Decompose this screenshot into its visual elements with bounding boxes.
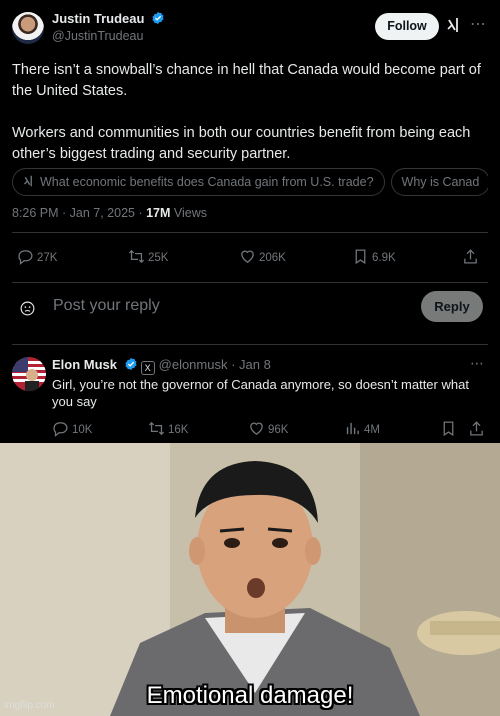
reply-submit-button[interactable]: Reply bbox=[421, 291, 483, 322]
reply-count: 27K bbox=[37, 252, 58, 264]
tweet-paragraph-1: There isn’t a snowball’s chance in hell … bbox=[12, 62, 481, 99]
repost-icon bbox=[148, 421, 165, 436]
grok-icon bbox=[24, 175, 32, 187]
watermark: imgflip.com bbox=[4, 700, 55, 711]
meme-caption: Emotional damage! bbox=[146, 682, 354, 709]
repost-button[interactable]: 25K bbox=[128, 248, 168, 267]
reply-icon bbox=[18, 250, 33, 265]
views-button[interactable]: 4M bbox=[344, 420, 380, 439]
grok-chip-label: Why is Canad bbox=[401, 175, 480, 189]
views-count: 17M bbox=[146, 206, 171, 220]
share-button[interactable] bbox=[462, 248, 482, 267]
author-name-text[interactable]: Justin Trudeau bbox=[52, 11, 144, 26]
share-button[interactable] bbox=[468, 420, 488, 439]
views-count: 4M bbox=[364, 424, 380, 436]
more-icon[interactable]: ⋯ bbox=[470, 355, 484, 372]
author-name[interactable]: Justin Trudeau bbox=[52, 11, 165, 26]
grok-chip[interactable]: What economic benefits does Canada gain … bbox=[12, 168, 385, 196]
views-label: Views bbox=[170, 206, 208, 220]
repost-button[interactable]: 16K bbox=[148, 420, 188, 439]
like-icon bbox=[241, 250, 254, 263]
action-bar: 27K 25K 206K 6.9K bbox=[12, 248, 488, 270]
verified-badge-icon bbox=[125, 357, 137, 371]
follow-button[interactable]: Follow bbox=[375, 13, 439, 40]
like-count: 96K bbox=[268, 424, 289, 436]
reply-count: 10K bbox=[72, 424, 93, 436]
divider bbox=[12, 282, 488, 283]
repost-count: 16K bbox=[168, 424, 189, 436]
reply-input[interactable]: Post your reply bbox=[53, 297, 160, 315]
bookmark-count: 6.9K bbox=[372, 252, 396, 264]
like-button[interactable]: 206K bbox=[239, 248, 286, 267]
avatar-image bbox=[12, 357, 46, 391]
tweet-meta: 8:26 PM · Jan 7, 2025 · 17M Views bbox=[12, 206, 207, 220]
timestamp[interactable]: 8:26 PM · Jan 7, 2025 · bbox=[12, 206, 146, 220]
reply-header: Elon Musk X @elonmusk · Jan 8 bbox=[52, 357, 271, 375]
repost-icon bbox=[128, 249, 145, 264]
bookmark-icon bbox=[355, 249, 366, 265]
avatar[interactable] bbox=[12, 357, 46, 391]
tweet-thread: Justin Trudeau @JustinTrudeau Follow ⋯ T… bbox=[0, 0, 500, 443]
repost-count: 25K bbox=[148, 252, 169, 264]
bookmark-button[interactable] bbox=[440, 420, 460, 439]
meme-illustration bbox=[0, 443, 500, 716]
grok-suggestions: What economic benefits does Canada gain … bbox=[12, 168, 488, 196]
reply-body: Girl, you’re not the governor of Canada … bbox=[52, 377, 469, 409]
like-icon bbox=[250, 422, 263, 435]
grok-chip-label: What economic benefits does Canada gain … bbox=[40, 175, 374, 189]
reply-button[interactable]: 10K bbox=[52, 420, 92, 439]
emoji-icon[interactable] bbox=[19, 300, 36, 317]
meme-image bbox=[0, 443, 500, 716]
x-affiliate-icon: X bbox=[140, 361, 155, 375]
grok-chip[interactable]: Why is Canad bbox=[390, 168, 488, 196]
author-handle[interactable]: @JustinTrudeau bbox=[52, 29, 143, 43]
reply-action-bar: 10K 16K 96K 4M bbox=[12, 420, 488, 442]
like-button[interactable]: 96K bbox=[248, 420, 288, 439]
verified-badge-icon bbox=[152, 11, 164, 25]
reply-author-name[interactable]: Elon Musk bbox=[52, 357, 117, 372]
more-icon[interactable]: ⋯ bbox=[470, 14, 487, 34]
share-icon bbox=[470, 421, 483, 436]
analytics-icon bbox=[346, 422, 359, 435]
like-count: 206K bbox=[259, 252, 286, 264]
bookmark-icon bbox=[443, 421, 454, 437]
grok-icon[interactable] bbox=[447, 17, 461, 33]
tweet-paragraph-2: Workers and communities in both our coun… bbox=[12, 125, 471, 162]
divider bbox=[12, 232, 488, 233]
reply-author-handle[interactable]: @elonmusk · Jan 8 bbox=[159, 357, 271, 372]
reply-icon bbox=[53, 422, 68, 437]
reply-button[interactable]: 27K bbox=[17, 248, 57, 267]
bookmark-button[interactable]: 6.9K bbox=[352, 248, 396, 267]
reply-composer: Post your reply Reply bbox=[0, 285, 500, 331]
avatar[interactable] bbox=[12, 12, 44, 44]
share-icon bbox=[464, 249, 477, 264]
divider bbox=[12, 344, 488, 345]
